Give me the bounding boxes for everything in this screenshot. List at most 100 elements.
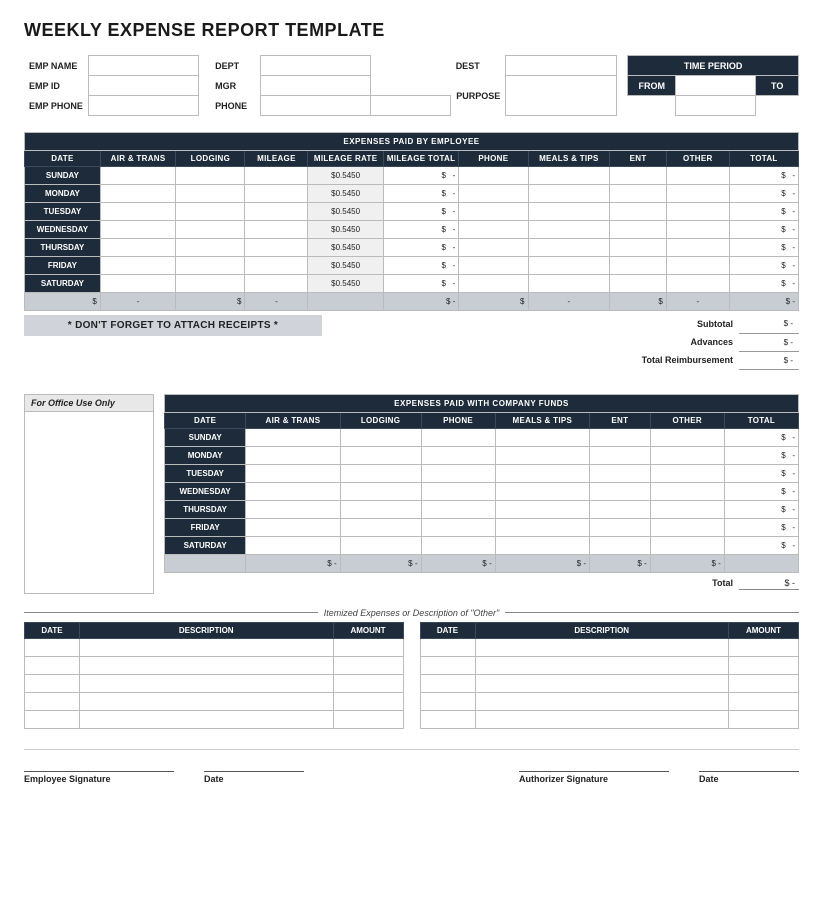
itemized-date[interactable]: [25, 656, 80, 674]
itemized-desc[interactable]: [475, 638, 729, 656]
other-cell[interactable]: [666, 221, 729, 239]
ent-cell-c[interactable]: [590, 500, 651, 518]
mileage-cell[interactable]: [245, 203, 308, 221]
itemized-amount[interactable]: [729, 656, 799, 674]
mileage-cell[interactable]: [245, 185, 308, 203]
ent-cell[interactable]: [610, 257, 667, 275]
itemized-amount[interactable]: [729, 710, 799, 728]
other-cell[interactable]: [666, 167, 729, 185]
mileage-cell[interactable]: [245, 167, 308, 185]
air-trans-cell-c[interactable]: [246, 482, 340, 500]
other-cell-c[interactable]: [650, 482, 724, 500]
air-trans-cell[interactable]: [100, 257, 175, 275]
itemized-desc[interactable]: [80, 692, 334, 710]
lodging-cell-c[interactable]: [340, 446, 421, 464]
itemized-date[interactable]: [25, 710, 80, 728]
itemized-desc[interactable]: [475, 692, 729, 710]
itemized-date[interactable]: [420, 692, 475, 710]
mgr-value[interactable]: [260, 76, 370, 96]
emp-name-value[interactable]: [88, 56, 198, 76]
itemized-amount[interactable]: [729, 674, 799, 692]
itemized-amount[interactable]: [729, 638, 799, 656]
lodging-cell-c[interactable]: [340, 518, 421, 536]
other-cell[interactable]: [666, 275, 729, 293]
air-trans-cell-c[interactable]: [246, 536, 340, 554]
ent-cell-c[interactable]: [590, 464, 651, 482]
lodging-cell[interactable]: [176, 221, 245, 239]
meals-cell-c[interactable]: [495, 428, 589, 446]
mileage-cell[interactable]: [245, 239, 308, 257]
phone-cell[interactable]: [459, 257, 528, 275]
itemized-desc[interactable]: [80, 638, 334, 656]
lodging-cell-c[interactable]: [340, 500, 421, 518]
other-cell[interactable]: [666, 185, 729, 203]
other-cell-c[interactable]: [650, 500, 724, 518]
dept-value[interactable]: [260, 56, 370, 76]
meals-cell-c[interactable]: [495, 518, 589, 536]
meals-cell[interactable]: [528, 257, 610, 275]
phone-cell[interactable]: [459, 239, 528, 257]
phone-cell[interactable]: [459, 167, 528, 185]
lodging-cell-c[interactable]: [340, 428, 421, 446]
lodging-cell[interactable]: [176, 185, 245, 203]
meals-cell[interactable]: [528, 167, 610, 185]
itemized-amount[interactable]: [333, 656, 403, 674]
dest-value[interactable]: [506, 56, 616, 76]
mileage-cell[interactable]: [245, 275, 308, 293]
air-trans-cell-c[interactable]: [246, 518, 340, 536]
itemized-desc[interactable]: [475, 656, 729, 674]
air-trans-cell-c[interactable]: [246, 500, 340, 518]
ent-cell[interactable]: [610, 275, 667, 293]
air-trans-cell[interactable]: [100, 167, 175, 185]
ent-cell[interactable]: [610, 221, 667, 239]
itemized-date[interactable]: [25, 692, 80, 710]
lodging-cell[interactable]: [176, 239, 245, 257]
ent-cell[interactable]: [610, 185, 667, 203]
itemized-date[interactable]: [25, 674, 80, 692]
other-cell-c[interactable]: [650, 428, 724, 446]
lodging-cell[interactable]: [176, 275, 245, 293]
to-value[interactable]: [676, 96, 756, 116]
itemized-desc[interactable]: [475, 674, 729, 692]
itemized-date[interactable]: [25, 638, 80, 656]
itemized-amount[interactable]: [333, 692, 403, 710]
lodging-cell-c[interactable]: [340, 536, 421, 554]
phone-cell-c[interactable]: [421, 536, 495, 554]
air-trans-cell[interactable]: [100, 203, 175, 221]
phone-cell[interactable]: [459, 185, 528, 203]
itemized-date[interactable]: [420, 638, 475, 656]
itemized-desc[interactable]: [80, 674, 334, 692]
phone-value[interactable]: [260, 96, 370, 116]
ent-cell[interactable]: [610, 167, 667, 185]
from-value[interactable]: [371, 96, 451, 116]
meals-cell-c[interactable]: [495, 482, 589, 500]
ent-cell-c[interactable]: [590, 446, 651, 464]
meals-cell[interactable]: [528, 203, 610, 221]
lodging-cell[interactable]: [176, 257, 245, 275]
ent-cell-c[interactable]: [590, 428, 651, 446]
air-trans-cell[interactable]: [100, 221, 175, 239]
emp-id-value[interactable]: [88, 76, 198, 96]
lodging-cell-c[interactable]: [340, 464, 421, 482]
itemized-amount[interactable]: [333, 674, 403, 692]
meals-cell[interactable]: [528, 221, 610, 239]
other-cell[interactable]: [666, 257, 729, 275]
emp-phone-value[interactable]: [88, 96, 198, 116]
air-trans-cell[interactable]: [100, 275, 175, 293]
ent-cell-c[interactable]: [590, 482, 651, 500]
ent-cell[interactable]: [610, 203, 667, 221]
ent-cell-c[interactable]: [590, 518, 651, 536]
meals-cell[interactable]: [528, 185, 610, 203]
meals-cell-c[interactable]: [495, 500, 589, 518]
air-trans-cell[interactable]: [100, 239, 175, 257]
other-cell-c[interactable]: [650, 536, 724, 554]
itemized-desc[interactable]: [80, 710, 334, 728]
phone-cell-c[interactable]: [421, 428, 495, 446]
itemized-desc[interactable]: [80, 656, 334, 674]
other-cell[interactable]: [666, 239, 729, 257]
lodging-cell[interactable]: [176, 167, 245, 185]
meals-cell-c[interactable]: [495, 446, 589, 464]
lodging-cell[interactable]: [176, 203, 245, 221]
phone-cell[interactable]: [459, 203, 528, 221]
meals-cell[interactable]: [528, 275, 610, 293]
